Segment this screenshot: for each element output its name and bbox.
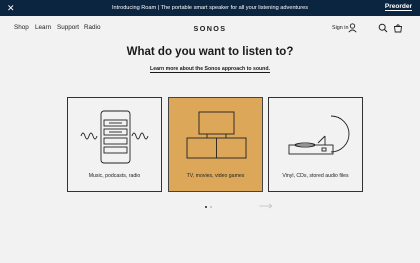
carousel-dot[interactable] — [210, 206, 213, 209]
learn-more-link[interactable]: Learn more about the Sonos approach to s… — [150, 66, 270, 73]
option-card-tv[interactable]: TV, movies, video games — [168, 97, 263, 192]
card-label: TV, movies, video games — [186, 173, 245, 179]
tv-icon — [186, 111, 247, 159]
promo-banner: ✕ Introducing Roam | The portable smart … — [0, 0, 420, 16]
preorder-link[interactable]: Preorder — [384, 3, 413, 11]
bag-icon[interactable] — [393, 23, 403, 33]
option-card-music[interactable]: Music, podcasts, radio — [67, 97, 162, 192]
turntable-icon — [288, 115, 350, 155]
arrow-right-icon[interactable] — [259, 203, 273, 209]
main-nav: Shop Learn Support Radio SONOS Sign in — [0, 22, 420, 36]
carousel-dot[interactable] — [205, 206, 208, 209]
page-title: What do you want to listen to? — [126, 46, 294, 58]
card-label: Music, podcasts, radio — [88, 173, 141, 179]
sonos-logo[interactable]: SONOS — [0, 24, 420, 33]
phone-sound-icon — [80, 110, 149, 164]
user-icon[interactable] — [348, 23, 357, 33]
option-card-vinyl[interactable]: Vinyl, CDs, stored audio files — [268, 97, 363, 192]
search-icon[interactable] — [378, 23, 388, 33]
sign-in-link[interactable]: Sign in — [332, 25, 348, 31]
promo-message[interactable]: Introducing Roam | The portable smart sp… — [0, 5, 420, 11]
card-label: Vinyl, CDs, stored audio files — [282, 173, 349, 179]
